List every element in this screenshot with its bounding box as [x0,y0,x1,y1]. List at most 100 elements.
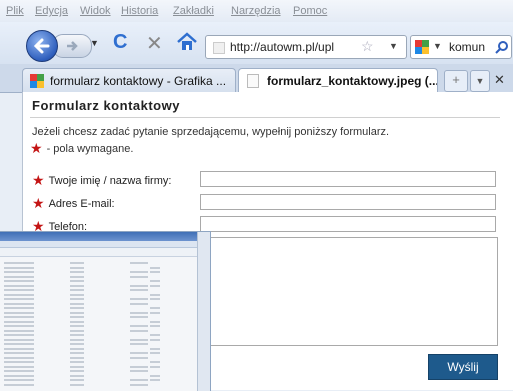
thumbnail-row [150,325,160,327]
tab-list-icon[interactable]: ▼ [470,70,490,92]
submit-button[interactable]: Wyślij [428,354,498,380]
thumbnail-row [70,356,84,359]
email-field[interactable] [200,194,496,210]
name-field[interactable] [200,171,496,187]
thumbnail-row [4,383,34,386]
thumbnail-row [150,271,160,273]
tab-label: formularz kontaktowy - Grafika ... [50,73,227,88]
thumbnail-row [70,280,84,282]
thumbnail-row [4,293,34,296]
tab-grafika[interactable]: formularz kontaktowy - Grafika ... [22,68,236,92]
home-button[interactable] [175,30,199,54]
thumbnail-row [150,293,160,296]
thumbnail-row [4,298,34,300]
field-label-name: ★ Twoje imię / nazwa firmy: [32,172,171,189]
menu-narzedzia[interactable]: Narzędzia [231,5,281,17]
divider [30,117,500,118]
thumbnail-row [150,298,160,300]
bookmark-star-icon[interactable]: ☆ [361,38,374,55]
thumbnail-row [130,284,148,287]
thumbnail-row [70,334,84,336]
thumbnail-row [130,262,148,264]
thumbnail-row [4,302,34,305]
thumbnail-row [4,289,34,291]
stop-icon[interactable]: ✕ [146,31,163,56]
forward-button[interactable] [52,34,92,58]
back-button[interactable] [26,30,58,62]
thumbnail-row [70,374,84,377]
engine-dropdown-icon[interactable]: ▼ [433,41,442,51]
history-dropdown-icon[interactable]: ▼ [90,38,99,48]
thumbnail-row [130,289,148,291]
thumbnail-row [4,266,34,269]
thumbnail-row [70,275,84,278]
new-tab-button[interactable]: + [444,70,468,92]
thumbnail-row [70,343,84,345]
menu-bar: Plik Edycja Widok Historia Zakładki Narz… [0,0,513,22]
thumbnail-row [150,365,160,368]
required-star-icon: ★ [32,195,45,211]
url-dropdown-icon[interactable]: ▼ [389,41,398,51]
menu-widok[interactable]: Widok [80,5,111,17]
thumbnail-row [150,347,160,350]
thumbnail-row [4,361,34,363]
thumbnail-row [4,365,34,368]
address-bar[interactable]: http://autowm.pl/upl ☆ ▼ [205,35,407,59]
thumbnail-row [4,325,34,327]
field-label-email: ★ Adres E-mail: [32,195,115,212]
back-arrow-icon [33,38,50,54]
menu-edycja[interactable]: Edycja [35,5,68,17]
menu-historia[interactable]: Historia [121,5,158,17]
thumbnail-row [4,379,34,381]
thumbnail-row [70,293,84,296]
thumbnail-row [4,343,34,345]
thumbnail-row [70,284,84,287]
search-icon[interactable] [495,40,509,54]
thumbnail-row [130,352,148,354]
thumbnail-row [130,356,148,359]
thumbnail-titlebar [0,232,210,241]
thumbnail-row [4,280,34,282]
reload-icon[interactable]: C [113,31,127,54]
google-icon[interactable] [414,39,430,55]
thumbnail-row [4,262,34,264]
thumbnail-row [130,343,148,345]
thumbnail-row [4,374,34,377]
thumbnail-header [0,248,210,257]
message-textarea[interactable] [200,237,498,346]
thumbnail-row [150,307,160,309]
menu-pomoc[interactable]: Pomoc [293,5,327,17]
thumbnail-row [4,347,34,350]
close-icon[interactable]: ✕ [494,72,505,88]
thumbnail-row [150,352,160,354]
thumbnail-row [150,266,160,269]
thumbnail-row [4,334,34,336]
thumbnail-row [70,365,84,368]
thumbnail-row [130,298,148,300]
page-title: Formularz kontaktowy [32,98,180,113]
thumbnail-row [150,284,160,287]
thumbnail-row [4,311,34,314]
tab-jpeg[interactable]: formularz_kontaktowy.jpeg (... [238,68,438,93]
thumbnail-row [70,316,84,318]
phone-field[interactable] [200,216,496,232]
tab-label: formularz_kontaktowy.jpeg (... [267,74,438,88]
menu-plik[interactable]: Plik [6,5,24,17]
thumbnail-row [70,325,84,327]
thumbnail-row [4,284,34,287]
thumbnail-row [4,329,34,332]
thumbnail-row [4,338,34,341]
thumbnail-row [150,379,160,381]
required-note-text: - pola wymagane. [46,142,134,155]
thumbnail-row [70,262,84,264]
search-bar[interactable]: ▼ komun [410,35,512,59]
search-input[interactable]: komun [449,40,485,54]
menu-zakladki[interactable]: Zakładki [173,5,214,17]
address-input[interactable]: http://autowm.pl/upl [230,40,334,54]
thumbnail-row [70,307,84,309]
thumbnail-row [130,365,148,368]
thumbnail-row [130,329,148,332]
thumbnail-row [4,356,34,359]
thumbnail-row [70,298,84,300]
thumbnail-row [70,266,84,269]
